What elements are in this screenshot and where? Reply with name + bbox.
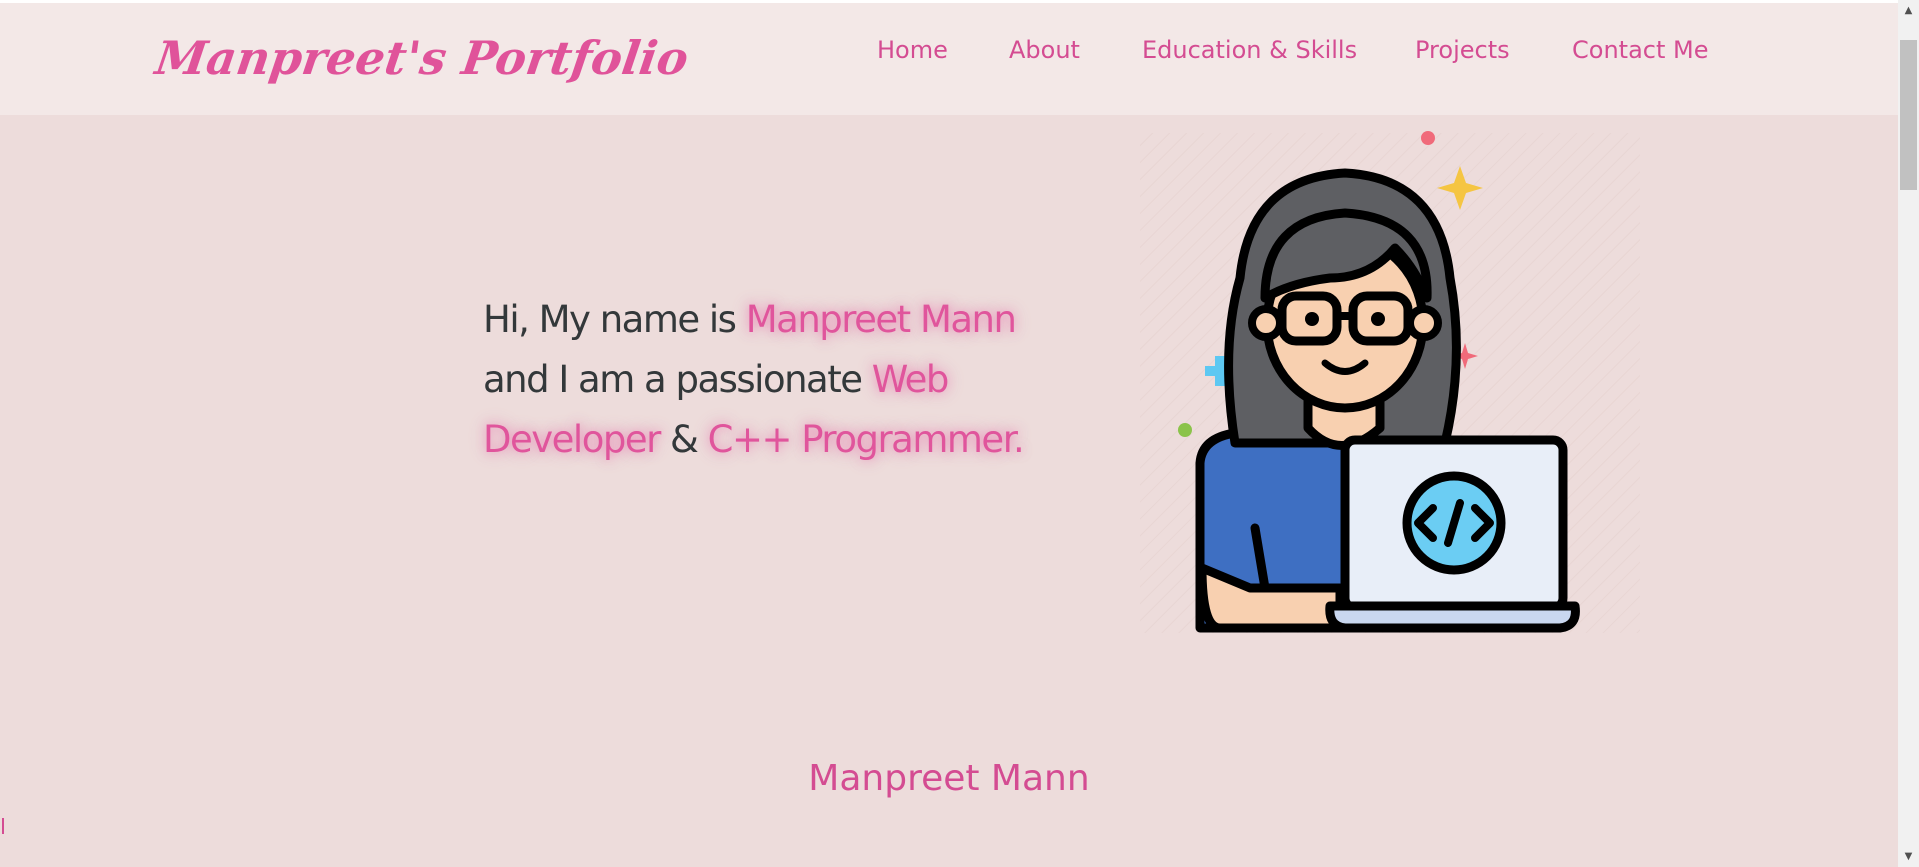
- main-nav: Home About Education & Skills Projects C…: [0, 36, 1898, 76]
- dot-green-icon: [1178, 423, 1192, 437]
- hero-role-cpp: C++ Programmer.: [707, 418, 1025, 461]
- nav-education-skills[interactable]: Education & Skills: [1142, 36, 1357, 64]
- site-header: Manpreet's Portfolio Home About Educatio…: [0, 3, 1898, 115]
- nav-contact-me[interactable]: Contact Me: [1572, 36, 1708, 64]
- page-scrollbar[interactable]: ▲ ▼: [1898, 0, 1919, 867]
- hero-mid-text: and I am a passionate: [483, 358, 872, 401]
- scroll-down-arrow-icon[interactable]: ▼: [1898, 848, 1919, 865]
- hero-name: Manpreet Mann: [745, 298, 1017, 341]
- section-heading-name: Manpreet Mann: [808, 758, 1090, 799]
- hero-intro: Hi, My name is Manpreet Mann and I am a …: [483, 290, 1063, 470]
- scrollbar-thumb[interactable]: [1900, 40, 1917, 190]
- hero-intro-text: Hi, My name is: [483, 298, 746, 341]
- nav-home[interactable]: Home: [877, 36, 948, 64]
- nav-about[interactable]: About: [1009, 36, 1080, 64]
- text-cursor: [2, 818, 4, 834]
- nav-projects[interactable]: Projects: [1415, 36, 1510, 64]
- developer-illustration: [1140, 131, 1640, 633]
- dot-red-icon: [1421, 131, 1435, 145]
- hero-ampersand: &: [659, 418, 708, 461]
- scroll-up-arrow-icon[interactable]: ▲: [1898, 2, 1919, 19]
